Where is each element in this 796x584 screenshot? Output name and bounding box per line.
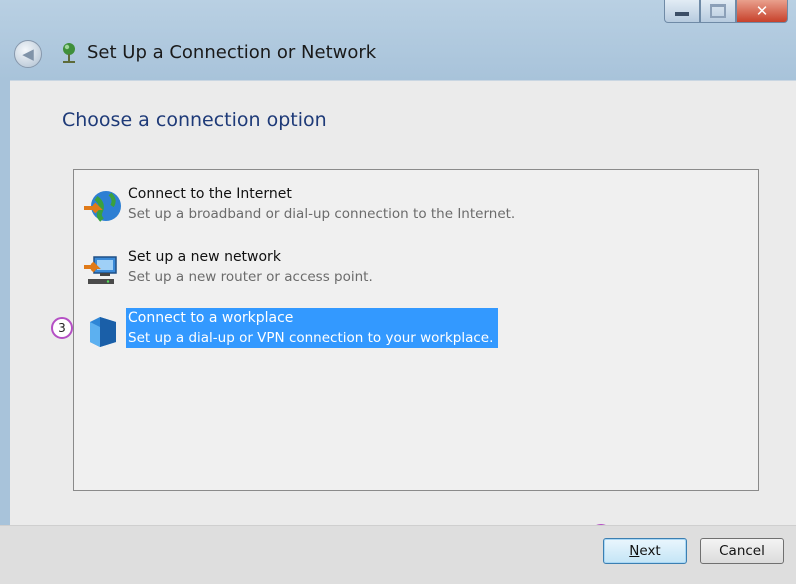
dialog-window: ✕ ◀ Set Up a Connection or Network Choos…: [0, 0, 796, 584]
option-new-network[interactable]: Set up a new network Set up a new router…: [78, 245, 576, 297]
caption-buttons: ✕: [664, 0, 788, 23]
next-button[interactable]: Next: [603, 538, 687, 564]
option-description: Set up a broadband or dial-up connection…: [128, 206, 516, 222]
title-bar: ◀ Set Up a Connection or Network: [0, 26, 796, 80]
close-icon: ✕: [755, 1, 769, 20]
option-title: Set up a new network: [128, 249, 281, 265]
step-3-badge: 3: [51, 317, 73, 339]
next-button-label: Next: [629, 543, 661, 559]
page-heading: Choose a connection option: [62, 109, 327, 131]
back-button[interactable]: ◀: [14, 40, 42, 68]
maximize-icon: [710, 4, 726, 18]
option-description: Set up a dial-up or VPN connection to yo…: [128, 330, 494, 346]
cancel-button[interactable]: Cancel: [700, 538, 784, 564]
content-panel: Choose a connection option Connect to th…: [10, 80, 796, 546]
minimize-icon: [675, 12, 689, 16]
option-connect-workplace[interactable]: Connect to a workplace Set up a dial-up …: [78, 306, 576, 358]
network-setup-icon: [63, 43, 75, 63]
workplace-building-icon: [90, 317, 116, 347]
back-arrow-icon: ◀: [22, 45, 34, 63]
window-title: Set Up a Connection or Network: [87, 42, 377, 63]
globe-network-icon: [84, 191, 121, 222]
close-button[interactable]: ✕: [736, 0, 788, 23]
maximize-button[interactable]: [700, 0, 736, 23]
option-title: Connect to a workplace: [128, 310, 294, 326]
option-connect-internet[interactable]: Connect to the Internet Set up a broadba…: [78, 182, 576, 234]
connection-options-list: Connect to the Internet Set up a broadba…: [73, 169, 759, 491]
minimize-button[interactable]: [664, 0, 700, 23]
dialog-footer: Next Cancel: [0, 525, 796, 584]
option-description: Set up a new router or access point.: [128, 269, 373, 285]
router-network-icon: [84, 256, 117, 284]
option-title: Connect to the Internet: [128, 186, 292, 202]
